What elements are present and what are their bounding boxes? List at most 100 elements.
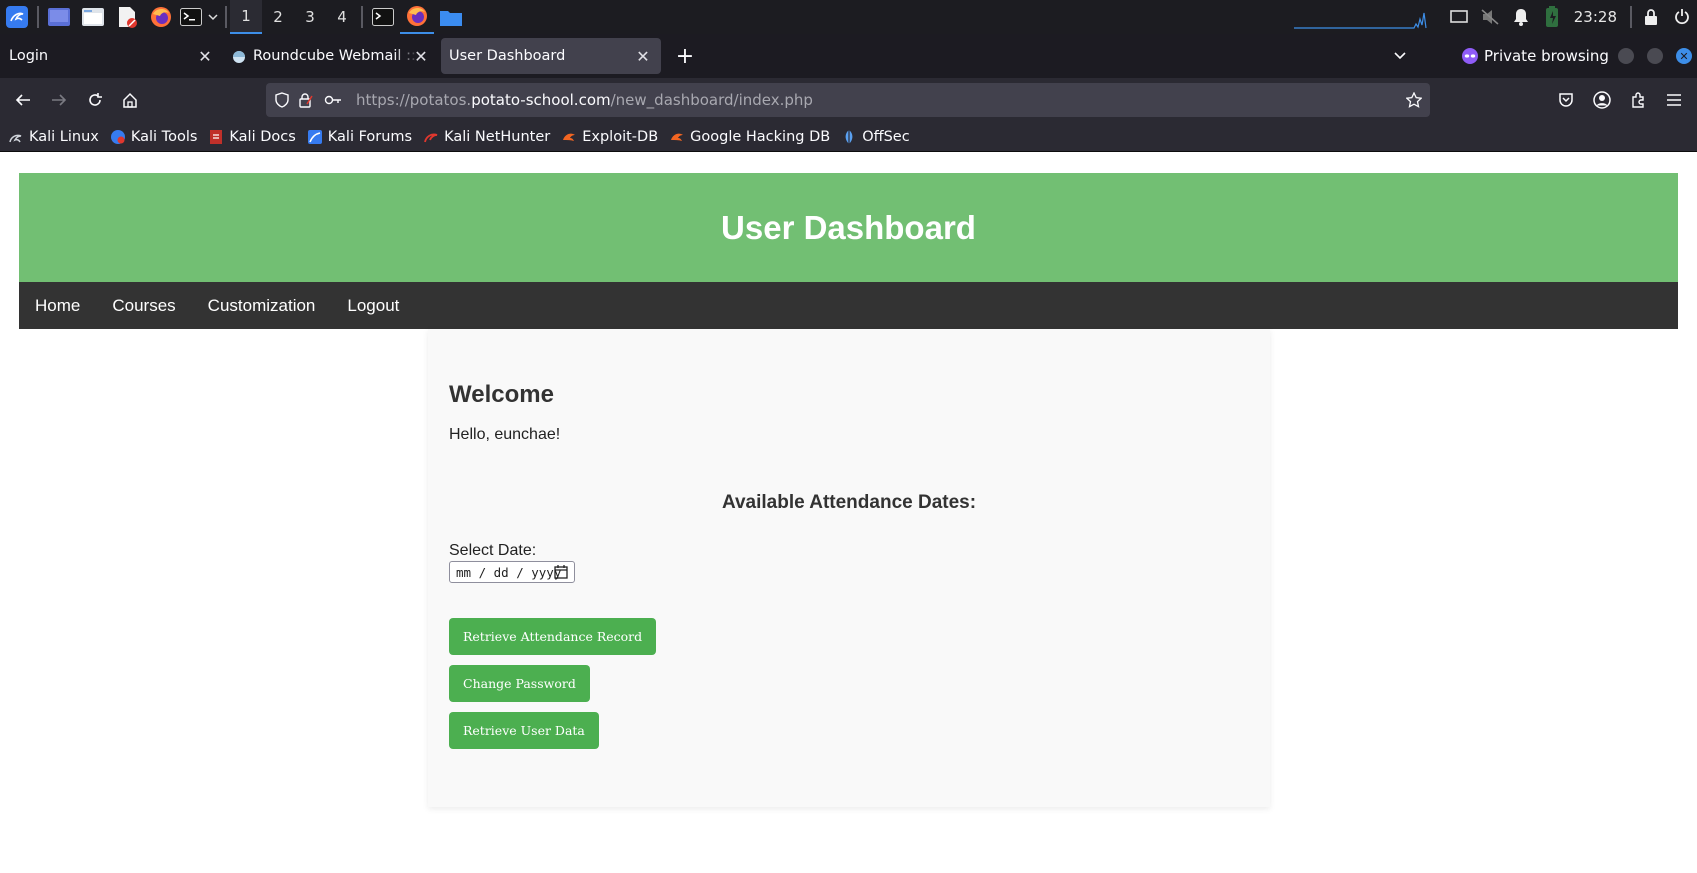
welcome-heading: Welcome xyxy=(449,381,554,408)
tab-title: Login xyxy=(9,48,49,64)
pocket-icon[interactable] xyxy=(1550,84,1582,116)
date-input[interactable]: mm / dd / yyyy xyxy=(449,561,575,583)
clock: 23:28 xyxy=(1573,8,1617,26)
kali-menu-icon[interactable] xyxy=(0,0,34,34)
offsec-icon xyxy=(845,129,853,144)
web-page: User Dashboard Home Courses Customizatio… xyxy=(0,153,1697,873)
terminal-window-icon[interactable] xyxy=(366,0,400,34)
bookmark-kali-forums[interactable]: Kali Forums xyxy=(307,129,412,145)
bookmark-kali-linux[interactable]: Kali Linux xyxy=(8,129,99,145)
private-browsing-indicator: Private browsing xyxy=(1462,40,1609,72)
calendar-icon[interactable] xyxy=(554,565,568,579)
retrieve-attendance-button[interactable]: Retrieve Attendance Record xyxy=(449,618,657,655)
file-manager-icon[interactable] xyxy=(76,0,110,34)
browser-nav-toolbar: https://potatos.potato-school.com/new_da… xyxy=(0,78,1697,122)
bookmark-google-hacking-db[interactable]: Google Hacking DB xyxy=(669,129,830,145)
bookmark-kali-docs[interactable]: Kali Docs xyxy=(208,128,296,145)
taskbar-separator xyxy=(361,6,363,28)
bookmark-offsec[interactable]: OffSec xyxy=(841,129,910,145)
nav-logout-link[interactable]: Logout xyxy=(331,282,415,329)
taskbar-separator xyxy=(1630,6,1632,28)
close-icon[interactable]: ✕ xyxy=(633,46,653,66)
tab-list-chevron-icon[interactable] xyxy=(1388,40,1412,72)
kali-nethunter-icon xyxy=(424,133,438,142)
reload-button[interactable] xyxy=(79,84,111,116)
attendance-dates-heading: Available Attendance Dates: xyxy=(721,492,977,513)
workspace-1[interactable]: 1 xyxy=(230,0,262,34)
page-title: User Dashboard xyxy=(721,208,976,246)
os-taskbar: 1 2 3 4 23:28 xyxy=(0,0,1697,34)
page-header: User Dashboard xyxy=(19,173,1678,282)
shield-icon[interactable] xyxy=(274,92,290,108)
bookmark-exploit-db[interactable]: Exploit-DB xyxy=(561,129,658,145)
maximize-button[interactable] xyxy=(1647,48,1663,64)
window-close-button[interactable]: ✕ xyxy=(1676,48,1692,64)
power-icon[interactable] xyxy=(1666,0,1697,34)
hamburger-menu-icon[interactable] xyxy=(1658,84,1690,116)
taskbar-separator xyxy=(225,6,227,28)
firefox-window-icon[interactable] xyxy=(400,0,434,34)
url-text[interactable]: https://potatos.potato-school.com/new_da… xyxy=(356,83,813,117)
padlock-warning-icon[interactable] xyxy=(298,92,314,108)
notification-bell-icon[interactable] xyxy=(1506,0,1537,34)
select-date-label: Select Date: xyxy=(449,542,537,559)
url-domain: potato-school.com xyxy=(471,91,611,109)
tab-roundcube[interactable]: Roundcube Webmail :: Inbox ✕ xyxy=(223,38,439,74)
bookmark-label: Exploit-DB xyxy=(582,128,659,145)
private-mask-icon xyxy=(1462,48,1478,64)
greeting-text: Hello, eunchae! xyxy=(449,426,561,443)
close-icon[interactable]: ✕ xyxy=(195,46,215,66)
lock-icon[interactable] xyxy=(1635,0,1666,34)
bookmark-label: Kali Tools xyxy=(130,128,198,145)
bookmark-label: Kali NetHunter xyxy=(444,128,551,145)
bookmark-label: Google Hacking DB xyxy=(690,128,831,145)
dashboard-card: Welcome Hello, eunchae! Available Attend… xyxy=(428,329,1270,807)
retrieve-user-data-button[interactable]: Retrieve User Data xyxy=(449,712,599,749)
change-password-button[interactable]: Change Password xyxy=(449,665,590,702)
new-tab-button[interactable]: + xyxy=(669,40,701,72)
bookmark-label: Kali Forums xyxy=(327,128,413,145)
nav-home-link[interactable]: Home xyxy=(19,282,96,329)
back-button[interactable] xyxy=(7,84,39,116)
workspace-3[interactable]: 3 xyxy=(294,0,326,34)
key-icon[interactable] xyxy=(324,92,342,108)
battery-icon xyxy=(1537,0,1568,34)
display-icon[interactable] xyxy=(1444,0,1475,34)
tab-title: User Dashboard xyxy=(449,48,566,64)
desktop-icon[interactable] xyxy=(42,0,76,34)
bookmark-label: Kali Linux xyxy=(29,128,99,145)
workspace-4[interactable]: 4 xyxy=(326,0,358,34)
text-editor-icon[interactable] xyxy=(110,0,144,34)
bookmark-kali-nethunter[interactable]: Kali NetHunter xyxy=(423,129,550,145)
account-icon[interactable] xyxy=(1586,84,1618,116)
browser-tab-bar: Login ✕ Roundcube Webmail :: Inbox ✕ Use… xyxy=(0,34,1697,78)
url-bar[interactable]: https://potatos.potato-school.com/new_da… xyxy=(266,83,1430,117)
tab-user-dashboard[interactable]: User Dashboard ✕ xyxy=(441,38,661,74)
roundcube-icon xyxy=(233,51,245,63)
nav-customization-link[interactable]: Customization xyxy=(192,282,332,329)
tab-login[interactable]: Login ✕ xyxy=(1,38,223,74)
workspace-2[interactable]: 2 xyxy=(262,0,294,34)
chevron-down-icon[interactable] xyxy=(204,0,222,34)
close-icon[interactable]: ✕ xyxy=(411,46,431,66)
mute-icon[interactable] xyxy=(1475,0,1506,34)
folder-window-icon[interactable] xyxy=(434,0,468,34)
bookmark-star-icon[interactable] xyxy=(1406,92,1422,108)
url-path: /new_dashboard/index.php xyxy=(610,91,813,109)
kali-linux-icon xyxy=(9,134,22,142)
nav-courses-link[interactable]: Courses xyxy=(96,282,191,329)
terminal-icon[interactable] xyxy=(178,0,204,34)
url-prefix: https://potatos. xyxy=(356,91,472,109)
bookmark-kali-tools[interactable]: Kali Tools xyxy=(110,128,198,145)
forward-button[interactable] xyxy=(43,84,75,116)
private-browsing-label: Private browsing xyxy=(1484,47,1609,65)
extensions-icon[interactable] xyxy=(1622,84,1654,116)
bookmarks-toolbar: Kali Linux Kali Tools Kali Docs Kali For… xyxy=(0,122,1697,152)
kali-tools-icon xyxy=(110,129,125,144)
bookmark-label: Kali Docs xyxy=(229,128,296,145)
exploit-db-icon xyxy=(563,133,576,141)
firefox-icon[interactable] xyxy=(144,0,178,34)
minimize-button[interactable] xyxy=(1618,48,1634,64)
home-button[interactable] xyxy=(114,84,146,116)
tab-title: Roundcube Webmail :: Inbox xyxy=(253,48,419,64)
